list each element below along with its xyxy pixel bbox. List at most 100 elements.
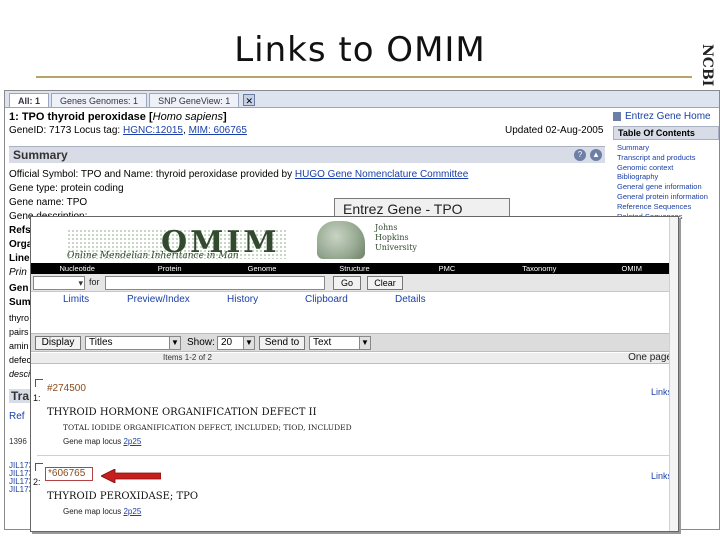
gene-map-prefix: Gene map locus: [63, 507, 124, 516]
nav-protein[interactable]: Protein: [123, 263, 215, 274]
format-select[interactable]: Titles ▼: [85, 336, 181, 350]
show-count-select[interactable]: 20 ▼: [217, 336, 255, 350]
toc-item[interactable]: Genomic context: [613, 163, 719, 173]
left-stub: Gen: [9, 283, 29, 294]
ref-stub[interactable]: Ref: [9, 411, 25, 422]
gene-id-line: GeneID: 7173 Locus tag: HGNC:12015, MIM:…: [9, 125, 247, 136]
result-checkbox[interactable]: [35, 463, 43, 471]
omim-logo-subtitle: Online Mendelian Inheritance in Man: [67, 251, 239, 261]
body-stub: defec: [9, 355, 32, 365]
official-symbol-line: Official Symbol: TPO and Name: thyroid p…: [9, 169, 468, 180]
gene-type-line: Gene type: protein coding: [9, 183, 124, 194]
toc-item[interactable]: Summary: [613, 143, 719, 153]
omim-window: OMIM Online Mendelian Inheritance in Man…: [30, 216, 679, 532]
chevron-down-icon: ▼: [243, 337, 254, 349]
title-divider: [36, 76, 692, 78]
gene-heading-suffix: ]: [222, 111, 227, 123]
close-icon[interactable]: ✕: [243, 94, 256, 106]
clipboard-link[interactable]: Clipboard: [305, 294, 348, 305]
body-stub: desci: [9, 369, 31, 379]
left-stub: Orga: [9, 239, 33, 250]
page-label: One page: [628, 352, 672, 363]
mim-link[interactable]: MIM: 606765: [189, 125, 247, 136]
nav-pmc[interactable]: PMC: [401, 263, 493, 274]
entry-alt-title: TOTAL IODIDE ORGANIFICATION DEFECT, INCL…: [63, 423, 352, 432]
jhu-line: Hopkins: [375, 233, 409, 242]
entrez-gene-home-link[interactable]: Entrez Gene Home: [613, 111, 719, 122]
gene-heading-prefix: 1: TPO thyroid peroxidase [: [9, 111, 153, 123]
results-summary-row: Items 1-2 of 2 One page: [31, 352, 678, 364]
items-count: Items 1-2 of 2: [163, 353, 212, 362]
species-name: Homo sapiens: [152, 111, 223, 123]
updated-date: Updated 02-Aug-2005: [505, 125, 604, 136]
summary-label: Summary: [13, 148, 68, 162]
body-stub: pairs: [9, 327, 29, 337]
toc-item[interactable]: General gene information: [613, 182, 719, 192]
history-link[interactable]: History: [227, 294, 258, 305]
result-number: 1:: [33, 393, 41, 403]
toc-item[interactable]: Transcript and products: [613, 153, 719, 163]
gene-map-prefix: Gene map locus: [63, 437, 124, 446]
scrollbar[interactable]: [669, 217, 678, 531]
show-count-value: 20: [221, 337, 233, 348]
gene-name-line: Gene name: TPO: [9, 197, 88, 208]
go-button[interactable]: Go: [333, 276, 361, 290]
omim-banner: OMIM Online Mendelian Inheritance in Man…: [31, 217, 678, 263]
display-toolbar: Display Titles ▼ Show: 20 ▼ Send to Text ▼: [31, 333, 678, 352]
result-divider: [37, 455, 673, 456]
hgnc-link[interactable]: HUGO Gene Nomenclature Committee: [295, 169, 468, 180]
nav-omim[interactable]: OMIM: [586, 263, 678, 274]
body-stub: amin: [9, 341, 29, 351]
left-stub: Prin: [9, 267, 27, 278]
red-arrow-icon: [101, 469, 161, 483]
limits-link[interactable]: Limits: [63, 294, 89, 305]
omim-entry-id[interactable]: *606765: [48, 468, 85, 479]
preview-index-link[interactable]: Preview/Index: [127, 294, 190, 305]
clear-button[interactable]: Clear: [367, 276, 403, 290]
entry-title: THYROID HORMONE ORGANIFICATION DEFECT II: [47, 407, 317, 418]
database-select[interactable]: [33, 276, 85, 290]
collapse-icon[interactable]: ▲: [590, 149, 602, 161]
show-label: Show:: [187, 337, 215, 348]
right-sidebar: Entrez Gene Home Table Of Contents Summa…: [613, 111, 719, 221]
send-to-button[interactable]: Send to: [259, 336, 305, 350]
slide-title: Links to OMIM: [234, 30, 486, 70]
body-stub: thyro: [9, 313, 30, 323]
nav-taxonomy[interactable]: Taxonomy: [493, 263, 585, 274]
details-link[interactable]: Details: [395, 294, 426, 305]
nav-structure[interactable]: Structure: [308, 263, 400, 274]
gene-map-locus: Gene map locus 2p25: [63, 507, 141, 516]
send-format-select[interactable]: Text ▼: [309, 336, 371, 350]
tab-snp-geneview[interactable]: SNP GeneView: 1: [149, 93, 240, 107]
gene-map-locus: Gene map locus 2p25: [63, 437, 141, 446]
entry-title: THYROID PEROXIDASE; TPO: [47, 491, 199, 502]
locus-tag-link[interactable]: HGNC:12015: [123, 125, 183, 136]
toc-item[interactable]: Reference Sequences: [613, 202, 719, 212]
omim-entry-id[interactable]: #274500: [47, 383, 86, 394]
jhu-line: University: [375, 243, 417, 252]
display-button[interactable]: Display: [35, 336, 81, 350]
tab-strip: All: 1 Genes Genomes: 1 SNP GeneView: 1 …: [5, 91, 719, 108]
ncbi-side-label: NCBI: [699, 43, 715, 87]
gene-id-text: GeneID: 7173 Locus tag:: [9, 125, 123, 136]
entrez-gene-tpo-window: Entrez Gene - TPO: [334, 198, 510, 218]
nav-genome[interactable]: Genome: [216, 263, 308, 274]
search-subnav: Limits Preview/Index History Clipboard D…: [31, 292, 678, 308]
locus-link[interactable]: 2p25: [123, 507, 141, 516]
tab-all[interactable]: All: 1: [9, 93, 50, 107]
toc-item[interactable]: General protein information: [613, 192, 719, 202]
format-value: Titles: [89, 337, 113, 348]
search-input[interactable]: [105, 276, 325, 290]
jhu-logo: Johns Hopkins University: [375, 223, 417, 253]
tab-genes-genomes[interactable]: Genes Genomes: 1: [51, 93, 148, 107]
lion-emblem-icon: [317, 221, 365, 259]
table-of-contents-header[interactable]: Table Of Contents: [613, 126, 719, 140]
toc-item[interactable]: Bibliography: [613, 172, 719, 182]
locus-link[interactable]: 2p25: [123, 437, 141, 446]
send-format-value: Text: [313, 337, 332, 348]
help-icon[interactable]: ?: [574, 149, 586, 161]
official-symbol-text: Official Symbol: TPO and Name: thyroid p…: [9, 169, 295, 180]
result-checkbox[interactable]: [35, 379, 43, 387]
for-label: for: [89, 277, 100, 287]
nav-nucleotide[interactable]: Nucleotide: [31, 263, 123, 274]
